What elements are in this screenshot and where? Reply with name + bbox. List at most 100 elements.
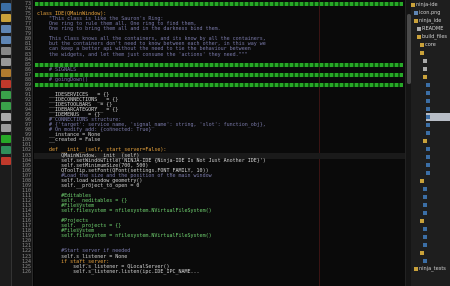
folder-icon [420, 218, 424, 223]
tree-item-label: README [422, 26, 444, 32]
python-file-icon [423, 242, 427, 247]
tree-item-label: icon.png [419, 10, 441, 16]
tree-item[interactable] [423, 57, 450, 65]
open-folder-icon[interactable] [1, 14, 11, 22]
tree-item[interactable] [423, 193, 450, 201]
stop-icon[interactable] [1, 157, 11, 165]
folder-icon [420, 178, 424, 183]
folder-icon [414, 266, 418, 271]
python-file-icon [426, 98, 430, 103]
code-line: self.__project_to_open = 0 [37, 182, 140, 189]
tree-item[interactable]: ninja-ide [411, 1, 450, 9]
section-separator [35, 72, 403, 77]
tree-item[interactable]: README [417, 25, 450, 33]
save-all-icon[interactable] [1, 36, 11, 44]
run-icon[interactable] [1, 135, 11, 143]
tree-item[interactable] [426, 161, 450, 169]
folder-icon [414, 18, 418, 23]
tree-item[interactable] [426, 81, 450, 89]
new-file-icon[interactable] [1, 3, 11, 11]
python-file-icon [426, 170, 430, 175]
main-toolbar [0, 0, 12, 286]
tree-item[interactable] [426, 129, 450, 137]
section-separator [35, 82, 403, 87]
tree-item[interactable] [423, 73, 450, 81]
tree-item[interactable] [426, 89, 450, 97]
code-line: self.s_listener.listen(ipc.IDE_IPC_NAME.… [37, 268, 200, 275]
code-line: One ring to bring them all and in the da… [37, 26, 221, 33]
tree-item[interactable]: core [420, 41, 450, 49]
tree-item[interactable] [426, 153, 450, 161]
python-file-icon [426, 114, 430, 119]
code-line: self.filesystem = nfilesystem.NVirtualFi… [37, 208, 212, 215]
file-icon [423, 66, 427, 71]
tree-item[interactable]: icon.png [414, 9, 450, 17]
tree-item[interactable] [426, 113, 450, 121]
debug-icon[interactable] [1, 146, 11, 154]
code-line: the widgets, and let them just consume t… [37, 51, 248, 58]
replace-icon[interactable] [1, 124, 11, 132]
undo-icon[interactable] [1, 91, 11, 99]
folder-icon [417, 34, 421, 39]
section-separator [35, 62, 403, 67]
tree-item[interactable] [423, 201, 450, 209]
tree-item[interactable] [426, 105, 450, 113]
image-icon [414, 10, 418, 15]
tree-item-label: ninja_tests [419, 266, 446, 272]
python-file-icon [426, 90, 430, 95]
tree-item[interactable] [420, 177, 450, 185]
paste-icon[interactable] [1, 69, 11, 77]
file-icon [417, 26, 421, 31]
python-file-icon [423, 194, 427, 199]
folder-icon [420, 50, 424, 55]
python-file-icon [426, 130, 430, 135]
folder-icon [423, 138, 427, 143]
tree-item[interactable] [423, 233, 450, 241]
tree-item[interactable] [423, 185, 450, 193]
delete-icon[interactable] [1, 80, 11, 88]
line-number-gutter: 73 74 75 76 77 78 79 80 81 82 83 84 85 86 87 88 89 90 91 92… [12, 0, 33, 286]
folder-icon [411, 2, 415, 7]
python-file-icon [423, 202, 427, 207]
tree-item[interactable] [426, 169, 450, 177]
code-editor[interactable]: class IDE(QMainWindow): "This class is l… [34, 0, 405, 286]
code-line: __created = False [37, 137, 101, 144]
find-icon[interactable] [1, 113, 11, 121]
cut-icon[interactable] [1, 47, 11, 55]
folder-icon [420, 42, 424, 47]
python-file-icon [426, 162, 430, 167]
python-file-icon [426, 82, 430, 87]
tree-item[interactable]: build_files [417, 33, 450, 41]
file-icon [423, 58, 427, 63]
copy-icon[interactable] [1, 58, 11, 66]
tree-item-label: ninja_ide [419, 18, 442, 24]
folder-icon [420, 250, 424, 255]
python-file-icon [423, 210, 427, 215]
section-separator [35, 2, 403, 6]
tree-item[interactable] [426, 97, 450, 105]
project-tree[interactable]: ninja-ide icon.png ninja_ide README build_fi… [411, 0, 450, 286]
save-icon[interactable] [1, 25, 11, 33]
tree-item[interactable] [420, 49, 450, 57]
tree-item[interactable]: ninja_ide [414, 17, 450, 25]
tree-item[interactable] [420, 249, 450, 257]
tree-item[interactable] [423, 225, 450, 233]
tree-item-label: core [425, 42, 436, 48]
tree-item[interactable] [426, 145, 450, 153]
tree-item[interactable] [423, 137, 450, 145]
redo-icon[interactable] [1, 102, 11, 110]
tree-item[interactable] [420, 217, 450, 225]
python-file-icon [426, 154, 430, 159]
python-file-icon [423, 234, 427, 239]
python-file-icon [426, 146, 430, 151]
tree-item[interactable]: ninja_tests [414, 265, 450, 273]
python-file-icon [423, 186, 427, 191]
tree-item[interactable] [423, 241, 450, 249]
tree-item[interactable] [423, 257, 450, 265]
python-file-icon [426, 106, 430, 111]
tree-item[interactable] [426, 121, 450, 129]
tree-item[interactable] [423, 209, 450, 217]
tree-item[interactable] [423, 65, 450, 73]
right-margin-line [319, 0, 320, 286]
code-line: self.filesystem = nfilesystem.NVirtualFi… [37, 233, 212, 240]
